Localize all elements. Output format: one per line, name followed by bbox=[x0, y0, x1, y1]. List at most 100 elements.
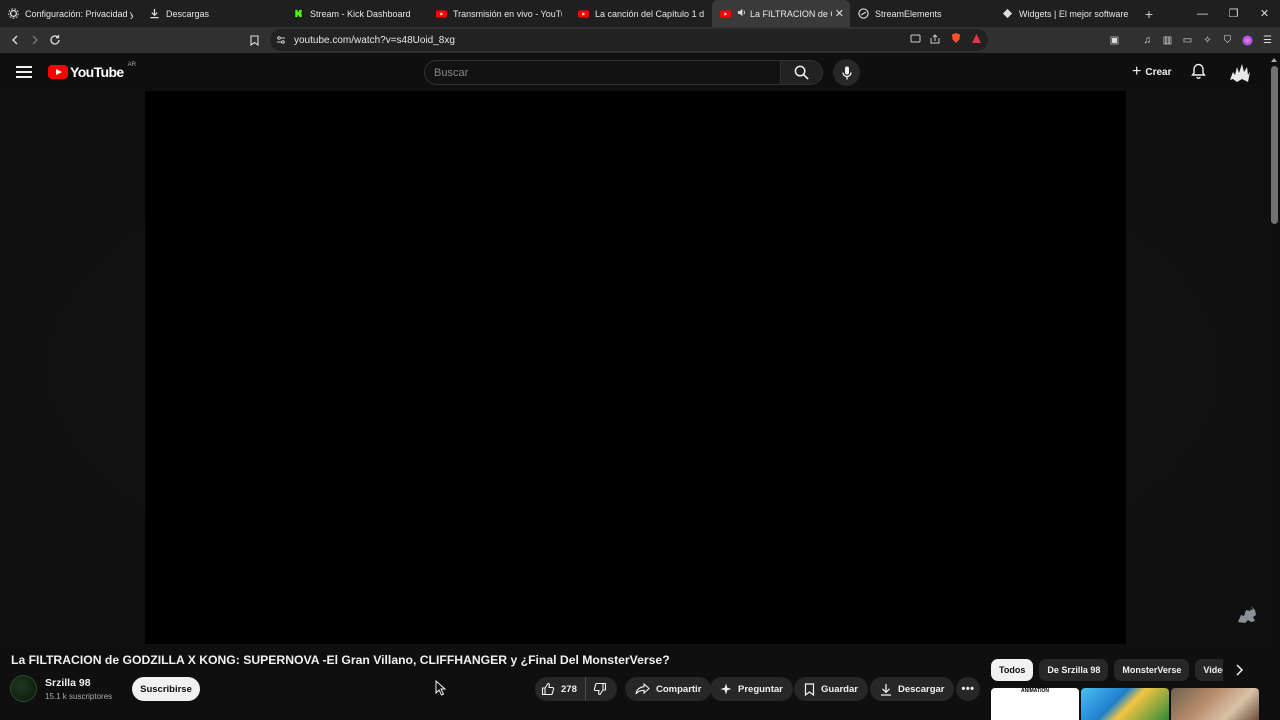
youtube-logo[interactable]: YouTube AR bbox=[48, 62, 136, 80]
download-button[interactable]: Descargar bbox=[870, 677, 955, 701]
browser-tab-settings[interactable]: Configuración: Privacidad y seg bbox=[0, 0, 141, 27]
tab-title: StreamElements bbox=[875, 8, 942, 19]
browser-tab-active-video[interactable]: La FILTRACION de GODZ ✕ bbox=[712, 0, 850, 27]
chip-all[interactable]: Todos bbox=[991, 659, 1034, 681]
brave-rewards-icon[interactable] bbox=[971, 31, 982, 49]
scrollbar-thumb[interactable] bbox=[1271, 66, 1278, 224]
reload-icon[interactable] bbox=[45, 30, 65, 50]
mouse-cursor-icon bbox=[435, 679, 447, 701]
search-button[interactable] bbox=[781, 60, 823, 85]
create-label: Crear bbox=[1145, 66, 1172, 78]
widgets-icon bbox=[1002, 8, 1013, 19]
tab-title: Configuración: Privacidad y seg bbox=[25, 8, 133, 19]
menu-icon[interactable]: ☰ bbox=[1261, 34, 1274, 47]
speaker-icon[interactable] bbox=[737, 8, 746, 19]
ask-label: Preguntar bbox=[738, 683, 783, 695]
search-box bbox=[424, 60, 781, 85]
recommended-video-thumbnail[interactable] bbox=[1171, 688, 1259, 720]
more-actions-button[interactable]: ••• bbox=[956, 677, 980, 701]
account-avatar-icon[interactable] bbox=[1228, 62, 1252, 89]
media-icon[interactable]: ♫ bbox=[1141, 34, 1154, 47]
tab-title: La canción del Capítulo 1 de M bbox=[595, 8, 704, 19]
address-url: youtube.com/watch?v=s48Uoid_8xg bbox=[294, 34, 455, 46]
tab-search-icon[interactable]: ▣ bbox=[1108, 34, 1121, 47]
leo-icon[interactable]: ✧ bbox=[1201, 34, 1214, 47]
video-title: La FILTRACION de GODZILLA X KONG: SUPERN… bbox=[11, 653, 670, 667]
browser-tab-downloads[interactable]: Descargas bbox=[141, 0, 285, 27]
close-window-icon[interactable]: ✕ bbox=[1249, 0, 1280, 27]
cast-icon[interactable] bbox=[910, 31, 921, 49]
notifications-bell-icon[interactable] bbox=[1191, 63, 1206, 84]
youtube-icon bbox=[436, 8, 447, 19]
recommended-video-thumbnail[interactable] bbox=[1081, 688, 1169, 720]
voice-search-button[interactable] bbox=[833, 59, 860, 86]
save-button[interactable]: Guardar bbox=[794, 677, 868, 701]
download-arrow-icon bbox=[880, 683, 892, 696]
bookmark-save-icon bbox=[804, 682, 815, 696]
close-tab-icon[interactable]: ✕ bbox=[835, 7, 844, 20]
restore-icon[interactable]: ❐ bbox=[1218, 0, 1249, 27]
browser-toolbar: youtube.com/watch?v=s48Uoid_8xg ▣ ♫ ▥ ▭ … bbox=[0, 27, 1280, 53]
ask-button[interactable]: Preguntar bbox=[710, 677, 793, 701]
youtube-header: YouTube AR + Crear bbox=[0, 53, 1280, 91]
chevron-right-icon[interactable] bbox=[1234, 664, 1244, 679]
more-dots-icon: ••• bbox=[961, 683, 975, 695]
bookmark-icon[interactable] bbox=[244, 30, 264, 50]
thumbs-up-icon bbox=[541, 682, 555, 696]
channel-name[interactable]: Srzilla 98 bbox=[45, 677, 91, 689]
dislike-button[interactable] bbox=[586, 677, 614, 701]
share-button[interactable]: Compartir bbox=[625, 677, 712, 701]
create-button[interactable]: + Crear bbox=[1126, 61, 1177, 83]
tab-title: La FILTRACION de GODZ bbox=[750, 8, 832, 19]
wallet-icon[interactable]: ▭ bbox=[1181, 34, 1194, 47]
share-page-icon[interactable] bbox=[930, 31, 941, 49]
search-input[interactable] bbox=[434, 67, 734, 79]
window-controls: — ❐ ✕ bbox=[1187, 0, 1280, 27]
hamburger-menu-icon[interactable] bbox=[16, 66, 32, 78]
share-arrow-icon bbox=[635, 683, 650, 695]
youtube-icon bbox=[720, 8, 731, 19]
download-label: Descargar bbox=[898, 683, 945, 695]
back-icon[interactable] bbox=[5, 30, 25, 50]
chip-from-channel[interactable]: De Srzilla 98 bbox=[1039, 659, 1109, 681]
site-info-icon[interactable] bbox=[276, 35, 286, 45]
country-code: AR bbox=[127, 62, 136, 68]
forward-icon[interactable] bbox=[25, 30, 45, 50]
youtube-play-icon bbox=[48, 65, 68, 79]
browser-tab-kick[interactable]: Stream - Kick Dashboard bbox=[285, 0, 428, 27]
browser-extensions: ▣ ♫ ▥ ▭ ✧ ⛉ ☰ bbox=[1108, 27, 1274, 53]
sidebar-icon[interactable]: ▥ bbox=[1161, 34, 1174, 47]
microphone-icon bbox=[841, 66, 852, 79]
brave-shields-icon[interactable] bbox=[950, 31, 962, 49]
chip-videos[interactable]: Videos bbox=[1195, 659, 1223, 681]
browser-tab-youtube-live[interactable]: Transmisión en vivo - YouTube bbox=[428, 0, 570, 27]
share-label: Compartir bbox=[656, 683, 702, 695]
search-icon bbox=[794, 65, 809, 80]
subscriber-count: 15.1 k suscriptores bbox=[45, 692, 113, 701]
browser-tab-youtube-song[interactable]: La canción del Capítulo 1 de M bbox=[570, 0, 712, 27]
kick-icon bbox=[293, 8, 304, 19]
channel-avatar[interactable] bbox=[10, 675, 37, 702]
browser-tab-strip: Configuración: Privacidad y seg Descarga… bbox=[0, 0, 1280, 27]
scroll-up-arrow-icon[interactable] bbox=[1271, 58, 1277, 62]
new-tab-button[interactable]: + bbox=[1137, 6, 1161, 22]
like-button[interactable]: 278 bbox=[535, 677, 586, 701]
like-dislike-group: 278 bbox=[535, 677, 617, 701]
sparkle-icon bbox=[720, 683, 732, 695]
download-icon bbox=[149, 8, 160, 19]
browser-tab-streamelements[interactable]: StreamElements bbox=[850, 0, 994, 27]
chip-monsterverse[interactable]: MonsterVerse bbox=[1114, 659, 1190, 681]
youtube-icon bbox=[578, 8, 589, 19]
video-player[interactable] bbox=[145, 91, 1126, 644]
address-bar[interactable]: youtube.com/watch?v=s48Uoid_8xg bbox=[270, 29, 988, 51]
logo-text: YouTube bbox=[70, 64, 124, 80]
subscribe-button[interactable]: Suscribirse bbox=[132, 677, 200, 701]
tab-title: Transmisión en vivo - YouTube bbox=[453, 8, 562, 19]
recommended-video-thumbnail[interactable]: ANIMATION bbox=[991, 688, 1079, 720]
browser-tab-widgets[interactable]: Widgets | El mejor software pa bbox=[994, 0, 1137, 27]
minimize-icon[interactable]: — bbox=[1187, 0, 1218, 27]
recommended-thumbnails: ANIMATION bbox=[991, 688, 1259, 720]
vpn-icon[interactable]: ⛉ bbox=[1221, 34, 1234, 47]
godzilla-watermark-icon bbox=[1234, 600, 1260, 626]
profile-icon[interactable] bbox=[1241, 34, 1254, 47]
